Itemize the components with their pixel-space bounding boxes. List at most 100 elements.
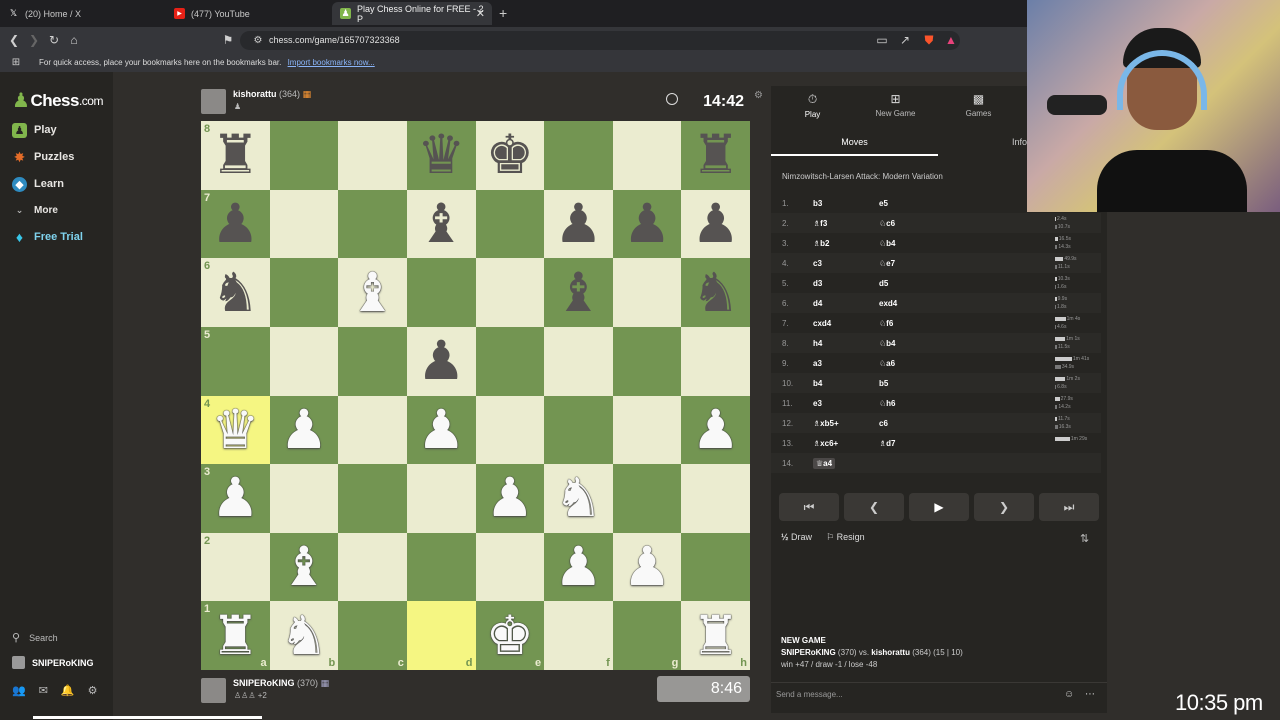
square-c6[interactable]: ♝ [338,258,407,327]
white-move[interactable]: b4 [813,379,822,388]
square-b8[interactable] [269,121,339,190]
square-h6[interactable]: ♞ [681,258,750,327]
square-e1[interactable]: e ♚ [475,601,545,670]
opening-name[interactable]: Nimzowitsch-Larsen Attack: Modern Variat… [782,172,943,181]
square-f5[interactable] [544,326,613,396]
white-move[interactable]: d4 [813,299,822,308]
black-knight-icon[interactable]: ♞ [691,266,739,320]
black-pawn-icon[interactable]: ♟ [623,197,671,251]
black-bishop-icon[interactable]: ♝ [417,197,465,251]
square-e4[interactable] [475,395,545,465]
white-knight-icon[interactable]: ♞ [280,609,328,663]
sidebar-item-free-trial[interactable]: ♦ Free Trial [12,227,83,247]
white-pawn-icon[interactable]: ♟ [623,540,671,594]
brave-rewards-icon[interactable]: ▲ [943,32,959,48]
white-move[interactable]: ♗xb5+ [813,419,839,428]
board-settings-icon[interactable]: ⚙ [754,90,763,101]
white-bishop-icon[interactable]: ♝ [280,540,328,594]
tab-info[interactable]: Info [1012,132,1027,152]
black-pawn-icon[interactable]: ♟ [554,197,602,251]
square-e7[interactable] [475,189,545,259]
square-g8[interactable] [612,121,682,190]
square-f8[interactable] [544,121,613,190]
white-pawn-icon[interactable]: ♟ [554,540,602,594]
square-f1[interactable]: f [544,601,613,670]
url-field[interactable]: chess.com/game/165707323368 [240,31,960,50]
browser-tab-chess[interactable]: ♟ Play Chess Online for FREE - 2 P ✕ [332,2,492,25]
black-pawn-icon[interactable]: ♟ [211,197,259,251]
white-pawn-icon[interactable]: ♟ [211,471,259,525]
white-move[interactable]: ♗b2 [813,239,830,248]
square-f3[interactable]: ♞ [544,464,613,533]
square-c1[interactable]: c [338,601,407,670]
white-move[interactable]: a3 [813,359,822,368]
square-a8[interactable]: 8 ♜ [201,121,270,190]
new-tab-button[interactable]: + [499,5,507,21]
square-d2[interactable] [406,532,476,602]
white-pawn-icon[interactable]: ♟ [417,403,465,457]
sidebar-item-learn[interactable]: ◆ Learn [12,174,64,194]
import-bookmarks-link[interactable]: Import bookmarks now... [288,58,375,67]
sidebar-item-puzzles[interactable]: ✸ Puzzles [12,147,75,167]
black-move[interactable]: ♘b4 [879,339,896,348]
white-bishop-icon[interactable]: ♝ [348,266,396,320]
square-b4[interactable]: ♟ [269,395,339,465]
square-d8[interactable]: ♛ [406,121,476,190]
first-move-button[interactable]: ⏮ [779,493,839,521]
chat-message-input[interactable]: Send a message... ☺ ⋯ [771,682,1107,708]
forward-icon[interactable]: ❯ [26,32,42,48]
more-options-icon[interactable]: ⋯ [1085,683,1095,707]
white-rook-icon[interactable]: ♜ [211,609,259,663]
square-b6[interactable] [269,258,339,327]
white-knight-icon[interactable]: ♞ [554,471,602,525]
square-c8[interactable] [338,121,407,190]
black-rook-icon[interactable]: ♜ [691,128,739,182]
square-a4[interactable]: 4 ♛ [201,395,270,465]
home-icon[interactable]: ⌂ [66,32,82,48]
white-move[interactable]: b3 [813,199,822,208]
brave-shield-icon[interactable]: ⛊ [921,32,937,48]
white-move[interactable]: c3 [813,259,822,268]
black-move[interactable]: ♘c6 [879,219,895,228]
sidebar-profile[interactable]: SNIPERoKING [12,656,94,669]
square-b2[interactable]: ♝ [269,532,339,602]
square-g4[interactable] [612,395,682,465]
square-b1[interactable]: b ♞ [269,601,339,670]
square-b3[interactable] [269,464,339,533]
square-b7[interactable] [269,189,339,259]
square-e8[interactable]: ♚ [475,121,545,190]
white-pawn-icon[interactable]: ♟ [280,403,328,457]
chess-board[interactable]: 8 ♜ ♛ ♚ ♜ 7 ♟ ♝ ♟ ♟ ♟ 6 ♞ ♝ ♝ ♞ 5 ♟ 4 ♛ ♟ ♟ ♟ 3 ♟ ♟ ♞ 2 ♝ ♟ ♟ 1 a ♜ b ♞ c d e ♚… [201,121,750,670]
white-move[interactable]: cxd4 [813,319,831,328]
black-move[interactable]: ♘f6 [879,319,893,328]
white-move[interactable]: ♕a4 [813,458,836,469]
emoji-icon[interactable]: ☺ [1064,683,1074,707]
back-icon[interactable]: ❮ [6,32,22,48]
square-g1[interactable]: g [612,601,682,670]
square-d5[interactable]: ♟ [406,326,476,396]
white-move[interactable]: h4 [813,339,822,348]
white-move[interactable]: ♗f3 [813,219,827,228]
black-move[interactable]: ♘a6 [879,359,895,368]
square-c5[interactable] [338,326,407,396]
bookmark-icon[interactable]: ⚑ [220,32,236,48]
settings-gear-icon[interactable]: ⚙ [88,684,98,697]
tab-play[interactable]: ⏱ Play [771,86,854,124]
square-h2[interactable] [681,532,750,602]
white-move[interactable]: e3 [813,399,822,408]
square-a2[interactable]: 2 [201,532,270,602]
white-king-icon[interactable]: ♚ [486,609,534,663]
black-pawn-icon[interactable]: ♟ [417,334,465,388]
square-b5[interactable] [269,326,339,396]
close-tab-icon[interactable]: ✕ [476,7,485,20]
square-g6[interactable] [612,258,682,327]
square-g2[interactable]: ♟ [612,532,682,602]
black-move[interactable]: ♘b4 [879,239,896,248]
bottom-player-avatar[interactable] [201,678,226,703]
square-a6[interactable]: 6 ♞ [201,258,270,327]
sidebar-item-more[interactable]: ⌄ More [12,200,58,220]
square-c2[interactable] [338,532,407,602]
square-h7[interactable]: ♟ [681,189,750,259]
bottom-player-name[interactable]: SNIPERoKING (370) ▦ [233,678,329,689]
square-c4[interactable] [338,395,407,465]
